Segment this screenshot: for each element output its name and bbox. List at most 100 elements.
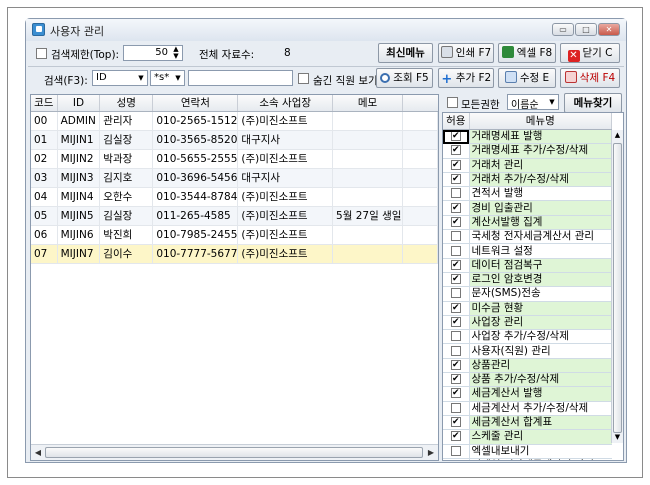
all-permissions-checkbox[interactable] — [447, 97, 458, 108]
menu-permission-row[interactable]: ✔ 거래처 추가/수정/삭제 — [443, 172, 612, 188]
menu-permission-row[interactable]: ✔ 세금계산서 발행 — [443, 386, 612, 402]
app-icon — [32, 23, 45, 36]
limit-stepper[interactable]: 50 ▲ ▼ — [123, 45, 183, 61]
menu-permission-row[interactable]: ✔ 거래처 관리 — [443, 158, 612, 173]
menu-permission-row[interactable]: 견적서 발행 — [443, 186, 612, 202]
menu-permission-row[interactable]: ✔ 스케줄 관리 — [443, 429, 612, 445]
col-memo[interactable]: 메모 — [332, 95, 403, 112]
menu-permission-row[interactable]: ✔ 거래명세표 추가/수정/삭제 — [443, 143, 612, 159]
menu-item-label: 상품관리 — [469, 358, 612, 374]
checked-checkbox-icon[interactable]: ✔ — [450, 431, 461, 442]
menu-permission-row[interactable]: ✔ 미수금 현황 — [443, 301, 612, 316]
unchecked-checkbox-icon[interactable] — [450, 288, 461, 299]
unchecked-checkbox-icon[interactable] — [450, 445, 461, 456]
menu-permission-row[interactable]: ✔ 로그인 암호변경 — [443, 272, 612, 288]
checked-checkbox-icon[interactable]: ✔ — [450, 202, 461, 213]
table-row[interactable]: 01 MIJIN1 김실장 010-3565-8520 대구지사 — [31, 130, 438, 150]
table-row[interactable]: 00 ADMIN 관리자 010-2565-1512 (주)미진소프트 — [31, 111, 438, 131]
menu-permission-row[interactable]: ✔ 상품관리 — [443, 358, 612, 374]
menu-item-label: 이메일 전자세금계산서 관리 — [469, 458, 612, 460]
table-row[interactable]: 03 MIJIN3 김지호 010-3696-5456 대구지사 — [31, 168, 438, 188]
col-menu-name[interactable]: 메뉴명 — [469, 113, 612, 130]
menu-permission-row[interactable]: 사용자(직원) 관리 — [443, 343, 612, 359]
print-button[interactable]: 인쇄 F7 — [438, 43, 494, 63]
delete-button[interactable]: 삭제 F4 — [560, 68, 620, 88]
limit-checkbox[interactable] — [36, 48, 47, 59]
checked-checkbox-icon[interactable]: ✔ — [450, 145, 461, 156]
search-input[interactable] — [188, 70, 293, 86]
col-id[interactable]: ID — [57, 95, 101, 112]
menu-permission-row[interactable]: ✔ 세금계산서 합계표 — [443, 415, 612, 431]
menu-permission-row[interactable]: ✔ 경비 입출관리 — [443, 200, 612, 216]
checked-checkbox-icon[interactable]: ✔ — [450, 130, 461, 141]
checked-checkbox-icon[interactable]: ✔ — [450, 417, 461, 428]
maximize-button[interactable]: □ — [575, 23, 597, 36]
search-field-select[interactable]: ID ▼ — [92, 70, 148, 86]
checked-checkbox-icon[interactable]: ✔ — [450, 259, 461, 270]
minimize-button[interactable]: ▭ — [552, 23, 574, 36]
scroll-left-icon[interactable]: ◀ — [32, 447, 44, 459]
excel-button[interactable]: 엑셀 F8 — [498, 43, 556, 63]
checked-checkbox-icon[interactable]: ✔ — [450, 317, 461, 327]
vertical-scrollbar[interactable]: ▲ ▼ — [611, 130, 623, 443]
menu-list-header: 허용 메뉴명 — [443, 113, 612, 130]
unchecked-checkbox-icon[interactable] — [450, 231, 461, 242]
menu-permission-row[interactable]: ✔ 계산서발행 집계 — [443, 215, 612, 231]
menu-permission-row[interactable]: 사업장 추가/수정/삭제 — [443, 329, 612, 345]
checked-checkbox-icon[interactable]: ✔ — [450, 174, 461, 185]
unchecked-checkbox-icon[interactable] — [450, 331, 461, 342]
unchecked-checkbox-icon[interactable] — [450, 345, 461, 356]
checked-checkbox-icon[interactable]: ✔ — [450, 374, 461, 385]
menu-permission-row[interactable]: 국세청 전자세금계산서 관리 — [443, 229, 612, 245]
checked-checkbox-icon[interactable]: ✔ — [450, 274, 461, 285]
menu-item-label: 세금계산서 발행 — [469, 386, 612, 402]
checked-checkbox-icon[interactable]: ✔ — [450, 302, 461, 313]
col-allow[interactable]: 허용 — [443, 113, 470, 130]
find-menu-button[interactable]: 메뉴찾기 — [564, 93, 622, 113]
menu-permission-row[interactable]: ✔ 사업장 관리 — [443, 315, 612, 331]
scroll-thumb[interactable] — [45, 447, 423, 458]
table-row[interactable]: 02 MIJIN2 박과장 010-5655-2555 (주)미진소프트 — [31, 149, 438, 169]
menu-permission-row[interactable]: 문자(SMS)전송 — [443, 286, 612, 302]
table-row-selected[interactable]: 07 MIJIN7 김이수 010-7777-5677 (주)미진소프트 — [31, 244, 438, 264]
menu-item-label: 로그인 암호변경 — [469, 272, 612, 288]
scroll-right-icon[interactable]: ▶ — [425, 447, 437, 459]
query-button[interactable]: 조회 F5 — [376, 68, 433, 88]
table-row[interactable]: 05 MIJIN5 김실장 011-265-4585 (주)미진소프트 5월 27일 생일 — [31, 206, 438, 226]
horizontal-scrollbar[interactable]: ◀ ▶ — [31, 444, 438, 460]
table-row[interactable]: 06 MIJIN6 박진희 010-7985-2455 (주)미진소프트 — [31, 225, 438, 245]
close-button[interactable]: ✕ 닫기 C — [560, 43, 620, 63]
menu-sort-select[interactable]: 이름순 ▼ — [507, 94, 559, 110]
checked-checkbox-icon[interactable]: ✔ — [450, 216, 461, 227]
unchecked-checkbox-icon[interactable] — [450, 459, 461, 460]
table-row[interactable]: 04 MIJIN4 오한수 010-3544-8784 (주)미진소프트 — [31, 187, 438, 207]
menu-permission-row[interactable]: ✔ 데이터 점검복구 — [443, 258, 612, 273]
refresh-menu-button[interactable]: 최신메뉴 — [378, 43, 433, 63]
scroll-thumb[interactable] — [613, 143, 622, 433]
checked-checkbox-icon[interactable]: ✔ — [450, 388, 461, 399]
search-operator-select[interactable]: *s* ▼ — [150, 70, 185, 86]
col-name[interactable]: 성명 — [99, 95, 154, 112]
menu-permission-row[interactable]: 네트워크 설정 — [443, 243, 612, 259]
menu-permission-row[interactable]: ✔ 상품 추가/수정/삭제 — [443, 372, 612, 388]
menu-permission-row[interactable]: 엑셀내보내기 — [443, 444, 612, 459]
menu-permission-row[interactable]: 세금계산서 추가/수정/삭제 — [443, 401, 612, 416]
hidden-staff-checkbox[interactable] — [298, 73, 309, 84]
menu-permission-row[interactable]: 이메일 전자세금계산서 관리 — [443, 458, 612, 460]
checked-checkbox-icon[interactable]: ✔ — [450, 359, 461, 370]
menu-item-label: 사업장 추가/수정/삭제 — [469, 329, 612, 345]
menu-permission-row[interactable]: ✔ 거래명세표 발행 — [443, 129, 612, 145]
scroll-down-icon[interactable]: ▼ — [612, 432, 623, 443]
col-branch[interactable]: 소속 사업장 — [237, 95, 334, 112]
checked-checkbox-icon[interactable]: ✔ — [450, 159, 461, 170]
edit-button[interactable]: 수정 E — [498, 68, 556, 88]
add-button[interactable]: + 추가 F2 — [438, 68, 494, 88]
col-phone[interactable]: 연락처 — [152, 95, 239, 112]
scroll-up-icon[interactable]: ▲ — [612, 130, 623, 141]
stepper-arrows-icon[interactable]: ▲ ▼ — [171, 46, 181, 60]
unchecked-checkbox-icon[interactable] — [450, 245, 461, 256]
window-close-button[interactable]: ✕ — [598, 23, 620, 36]
col-code[interactable]: 코드 — [31, 95, 58, 112]
unchecked-checkbox-icon[interactable] — [450, 402, 461, 413]
unchecked-checkbox-icon[interactable] — [450, 188, 461, 199]
